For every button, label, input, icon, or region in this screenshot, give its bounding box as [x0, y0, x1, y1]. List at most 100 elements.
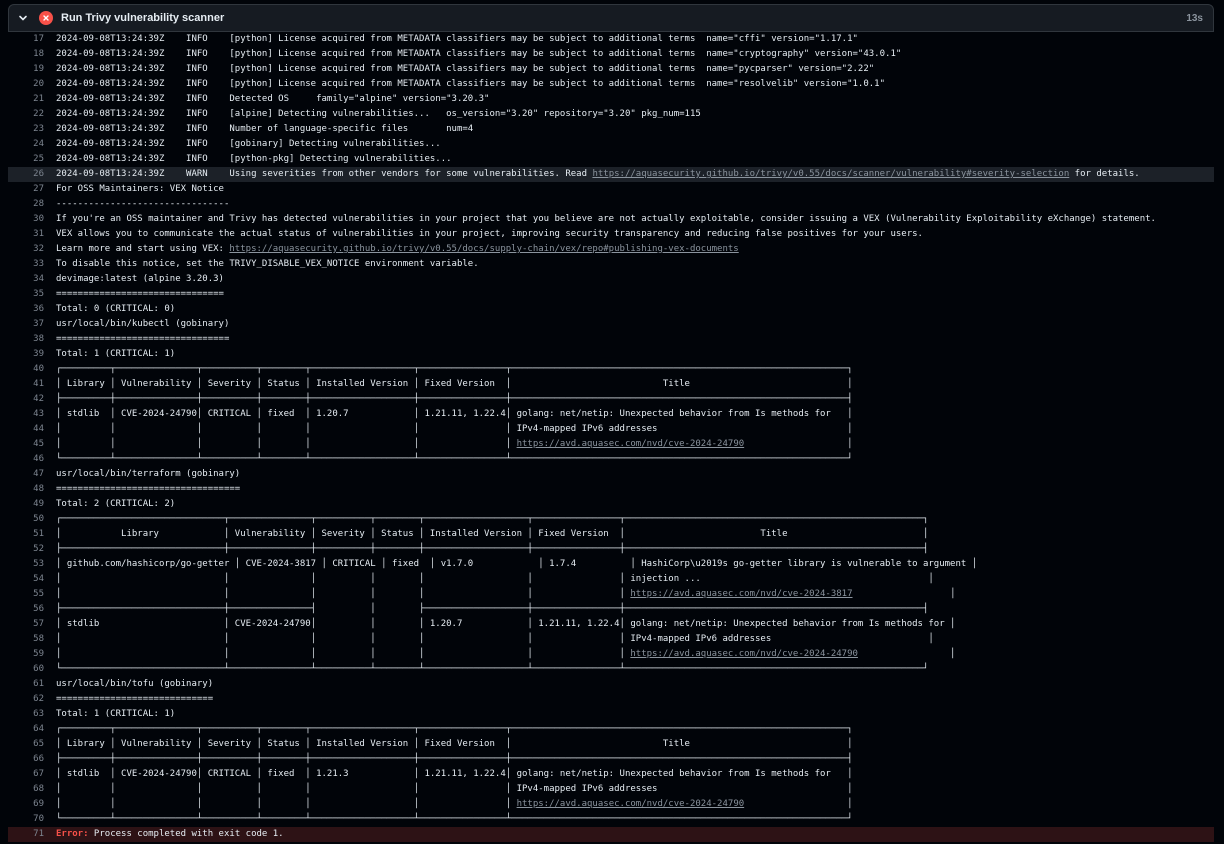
log-link[interactable]: https://avd.aquasec.com/nvd/cve-2024-247…: [517, 439, 745, 449]
line-number[interactable]: 41: [8, 377, 44, 392]
line-number[interactable]: 53: [8, 557, 44, 572]
line-content: │ stdlib │ CVE-2024-24790│ CRITICAL │ fi…: [56, 409, 853, 419]
log-link[interactable]: https://avd.aquasec.com/nvd/cve-2024-381…: [630, 589, 852, 599]
line-number[interactable]: 55: [8, 587, 44, 602]
line-number[interactable]: 54: [8, 572, 44, 587]
line-text: │ stdlib │ CVE-2024-24790│ CRITICAL │ fi…: [56, 407, 853, 422]
log-line: 37 usr/local/bin/kubectl (gobinary): [8, 317, 1214, 332]
log-line: 20 2024-09-08T13:24:39Z INFO [python] Lic…: [8, 77, 1214, 92]
log-line: 27 For OSS Maintainers: VEX Notice: [8, 182, 1214, 197]
line-number[interactable]: 47: [8, 467, 44, 482]
log-line: 45 │ │ │ │ │ │ │ https://avd.aquasec.com/…: [8, 437, 1214, 452]
line-number[interactable]: 23: [8, 122, 44, 137]
line-text: ├─────────┼───────────────┼──────────┼──…: [56, 752, 853, 767]
step-header[interactable]: Run Trivy vulnerability scanner 13s: [8, 4, 1214, 32]
line-number[interactable]: 40: [8, 362, 44, 377]
line-text: ├─────────┼───────────────┼──────────┼──…: [56, 392, 853, 407]
line-number[interactable]: 67: [8, 767, 44, 782]
line-number[interactable]: 45: [8, 437, 44, 452]
line-number[interactable]: 17: [8, 32, 44, 47]
line-number[interactable]: 59: [8, 647, 44, 662]
line-number[interactable]: 50: [8, 512, 44, 527]
line-content-after: │: [744, 799, 853, 809]
line-number[interactable]: 18: [8, 47, 44, 62]
log-line: 44 │ │ │ │ │ │ │ IPv4-mapped IPv6 address…: [8, 422, 1214, 437]
line-text: │ │ │ │ │ │ │ https://avd.aquasec.com/nv…: [56, 587, 955, 602]
chevron-down-icon[interactable]: [9, 13, 37, 23]
line-number[interactable]: 65: [8, 737, 44, 752]
log-line: 66 ├─────────┼───────────────┼──────────┼…: [8, 752, 1214, 767]
line-text: 2024-09-08T13:24:39Z INFO Detected OS fa…: [56, 92, 489, 107]
line-text: VEX allows you to communicate the actual…: [56, 227, 923, 242]
line-number[interactable]: 30: [8, 212, 44, 227]
line-number[interactable]: 35: [8, 287, 44, 302]
line-number[interactable]: 44: [8, 422, 44, 437]
line-number[interactable]: 60: [8, 662, 44, 677]
line-number[interactable]: 63: [8, 707, 44, 722]
line-number[interactable]: 37: [8, 317, 44, 332]
line-number[interactable]: 52: [8, 542, 44, 557]
line-content: Total: 0 (CRITICAL: 0): [56, 304, 176, 314]
line-number[interactable]: 46: [8, 452, 44, 467]
log-link[interactable]: https://avd.aquasec.com/nvd/cve-2024-247…: [630, 649, 858, 659]
log-line: 36 Total: 0 (CRITICAL: 0): [8, 302, 1214, 317]
line-number[interactable]: 58: [8, 632, 44, 647]
line-number[interactable]: 56: [8, 602, 44, 617]
line-content: │ │ │ │ │ │ │ IPv4-mapped IPv6 addresses…: [56, 634, 934, 644]
line-number[interactable]: 25: [8, 152, 44, 167]
line-text: │ Library │ Vulnerability │ Severity │ S…: [56, 737, 853, 752]
line-number[interactable]: 31: [8, 227, 44, 242]
line-number[interactable]: 71: [8, 827, 44, 842]
line-number[interactable]: 51: [8, 527, 44, 542]
line-number[interactable]: 61: [8, 677, 44, 692]
log-line: 70 └─────────┴───────────────┴──────────┴…: [8, 812, 1214, 827]
line-number[interactable]: 27: [8, 182, 44, 197]
line-number[interactable]: 28: [8, 197, 44, 212]
log-line: 60 └──────────────────────────────┴──────…: [8, 662, 1214, 677]
line-number[interactable]: 32: [8, 242, 44, 257]
line-content: └─────────┴───────────────┴──────────┴──…: [56, 814, 853, 824]
line-number[interactable]: 21: [8, 92, 44, 107]
log-link[interactable]: https://aquasecurity.github.io/trivy/v0.…: [592, 169, 1069, 179]
line-number[interactable]: 62: [8, 692, 44, 707]
line-number[interactable]: 42: [8, 392, 44, 407]
log-line: 17 2024-09-08T13:24:39Z INFO [python] Lic…: [8, 32, 1214, 47]
line-number[interactable]: 20: [8, 77, 44, 92]
line-number[interactable]: 49: [8, 497, 44, 512]
line-text: Total: 2 (CRITICAL: 2): [56, 497, 175, 512]
log-link[interactable]: https://aquasecurity.github.io/trivy/v0.…: [229, 244, 738, 254]
line-number[interactable]: 34: [8, 272, 44, 287]
log-line: 56 ├──────────────────────────────┼──────…: [8, 602, 1214, 617]
line-number[interactable]: 64: [8, 722, 44, 737]
line-number[interactable]: 43: [8, 407, 44, 422]
line-text: │ │ │ │ │ │ │ IPv4-mapped IPv6 addresses…: [56, 782, 853, 797]
line-text: 2024-09-08T13:24:39Z INFO [python] Licen…: [56, 32, 858, 47]
log-line: 34 devimage:latest (alpine 3.20.3): [8, 272, 1214, 287]
line-number[interactable]: 48: [8, 482, 44, 497]
line-content: 2024-09-08T13:24:39Z INFO [python] Licen…: [56, 64, 875, 74]
line-number[interactable]: 57: [8, 617, 44, 632]
line-number[interactable]: 66: [8, 752, 44, 767]
line-content: │ stdlib │ CVE-2024-24790│ │ │ 1.20.7 │ …: [56, 619, 956, 629]
line-number[interactable]: 33: [8, 257, 44, 272]
line-number[interactable]: 68: [8, 782, 44, 797]
log-line: 64 ┌─────────┬───────────────┬──────────┬…: [8, 722, 1214, 737]
x-circle-icon: [39, 11, 53, 25]
line-number[interactable]: 36: [8, 302, 44, 317]
line-number[interactable]: 38: [8, 332, 44, 347]
line-number[interactable]: 22: [8, 107, 44, 122]
line-text: 2024-09-08T13:24:39Z INFO Number of lang…: [56, 122, 473, 137]
line-content: ├─────────┼───────────────┼──────────┼──…: [56, 754, 853, 764]
log-link[interactable]: https://avd.aquasec.com/nvd/cve-2024-247…: [517, 799, 745, 809]
line-number[interactable]: 26: [8, 167, 44, 182]
log-line: 18 2024-09-08T13:24:39Z INFO [python] Lic…: [8, 47, 1214, 62]
log-line: 51 │ Library │ Vulnerability │ Severity │…: [8, 527, 1214, 542]
line-text: 2024-09-08T13:24:39Z INFO [alpine] Detec…: [56, 107, 701, 122]
line-number[interactable]: 70: [8, 812, 44, 827]
line-number[interactable]: 19: [8, 62, 44, 77]
line-number[interactable]: 69: [8, 797, 44, 812]
line-content: ┌──────────────────────────────┬────────…: [56, 514, 929, 524]
line-number[interactable]: 24: [8, 137, 44, 152]
line-number[interactable]: 39: [8, 347, 44, 362]
log-line: 63 Total: 1 (CRITICAL: 1): [8, 707, 1214, 722]
